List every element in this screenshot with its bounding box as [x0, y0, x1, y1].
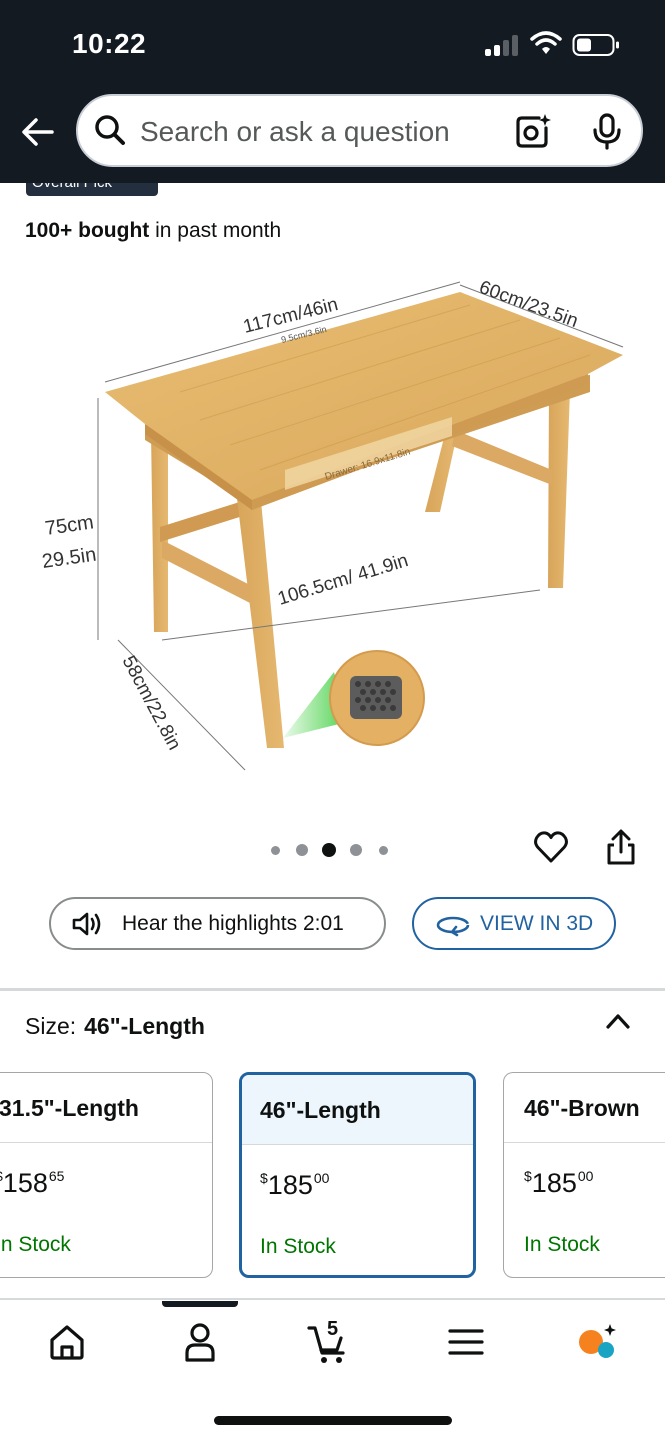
price-whole: 185: [267, 1170, 313, 1200]
back-arrow-icon[interactable]: [18, 112, 58, 152]
account-icon[interactable]: [176, 1318, 224, 1366]
size-value: 46"-Length: [84, 1013, 205, 1039]
3d-rotate-icon: [436, 916, 470, 937]
image-carousel-dots[interactable]: [268, 838, 398, 858]
size-option-card[interactable]: 31.5"-Length $15865 In Stock: [0, 1072, 213, 1278]
size-selector-header[interactable]: Size: 46"-Length: [25, 1013, 205, 1040]
price-fraction: 00: [313, 1170, 330, 1186]
price-currency: $: [524, 1168, 532, 1184]
overall-pick-badge: Overall Pick: [26, 183, 158, 196]
chevron-up-icon[interactable]: [604, 1010, 632, 1032]
size-option-stock: In Stock: [524, 1233, 600, 1256]
active-tab-indicator: [162, 1301, 238, 1307]
home-indicator-bar: [214, 1416, 452, 1425]
menu-icon[interactable]: [442, 1318, 490, 1366]
leg-depth-label: 58cm/22.8in: [118, 652, 185, 753]
size-label: Size:: [25, 1013, 77, 1039]
size-option-stock: In Stock: [260, 1235, 336, 1258]
price-whole: 185: [531, 1168, 577, 1198]
size-option-price: $18500: [260, 1170, 329, 1201]
carousel-dot[interactable]: [350, 844, 362, 856]
size-option-price: $18500: [524, 1168, 593, 1199]
bottom-nav-divider: [0, 1298, 665, 1300]
section-divider: [0, 988, 665, 991]
carousel-dot[interactable]: [378, 845, 388, 855]
view-in-3d-label: VIEW IN 3D: [480, 912, 594, 935]
bought-suffix: in past month: [149, 219, 282, 242]
badge-label: Overall Pick: [32, 183, 112, 191]
home-icon[interactable]: [43, 1318, 91, 1366]
wifi-icon: [530, 31, 562, 54]
hear-highlights-label: Hear the highlights 2:01: [122, 912, 344, 935]
size-option-price: $15865: [0, 1168, 64, 1199]
heart-icon[interactable]: [533, 829, 569, 865]
size-option-title: 46"-Brown: [524, 1095, 640, 1121]
hear-highlights-button[interactable]: Hear the highlights 2:01: [49, 897, 386, 950]
size-option-title: 31.5"-Length: [0, 1095, 139, 1121]
search-bar[interactable]: [76, 94, 643, 167]
camera-lens-icon[interactable]: [514, 112, 552, 150]
carousel-dot[interactable]: [270, 845, 280, 855]
microphone-icon[interactable]: [588, 112, 626, 150]
cart-count-badge: 5: [327, 1318, 339, 1340]
price-fraction: 00: [577, 1168, 594, 1184]
bought-count: 100+ bought: [25, 219, 150, 242]
size-option-stock: In Stock: [0, 1233, 71, 1256]
height-cm-label: 75cm: [44, 511, 95, 540]
search-input[interactable]: [140, 112, 500, 152]
view-in-3d-button[interactable]: VIEW IN 3D: [412, 897, 616, 950]
speaker-icon: [72, 912, 101, 936]
carousel-dot-active[interactable]: [322, 843, 336, 857]
product-image[interactable]: Drawer: 16.9x11.8in 117cm/46in 9.5cm/3.6…: [0, 260, 665, 800]
price-fraction: 65: [48, 1168, 65, 1184]
size-option-card-selected[interactable]: 46"-Length $18500 In Stock: [239, 1072, 476, 1278]
height-in-label: 29.5in: [41, 544, 98, 573]
size-option-title: 46"-Length: [260, 1097, 381, 1123]
cellular-signal-icon: [485, 34, 521, 56]
bought-in-past-month: 100+ bought in past month: [25, 219, 281, 243]
carousel-dot[interactable]: [296, 844, 308, 856]
status-time: 10:22: [72, 28, 147, 59]
rufus-assistant-icon[interactable]: [574, 1318, 622, 1366]
size-option-card[interactable]: 46"-Brown $18500 In Stock: [503, 1072, 665, 1278]
share-icon[interactable]: [604, 828, 638, 866]
battery-icon: [572, 34, 619, 56]
inner-length-label: 106.5cm/ 41.9in: [275, 550, 410, 610]
price-currency: $: [260, 1170, 268, 1186]
price-whole: 158: [2, 1168, 48, 1198]
search-icon: [95, 115, 125, 145]
app-header: 10:22: [0, 0, 665, 183]
